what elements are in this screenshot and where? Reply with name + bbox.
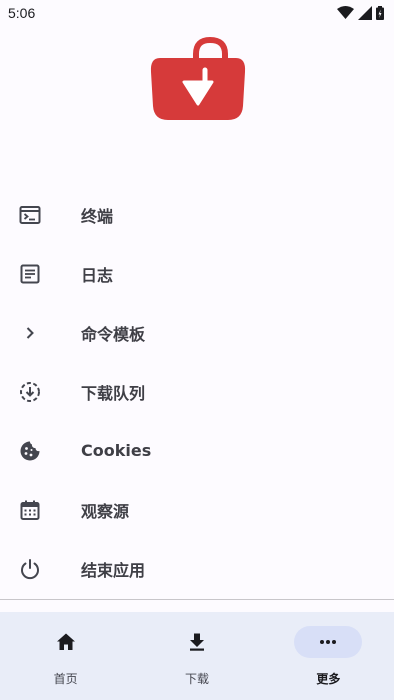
home-icon xyxy=(32,626,100,658)
menu-item-label: Cookies xyxy=(81,441,152,460)
download-icon xyxy=(163,626,231,658)
power-icon xyxy=(18,557,42,581)
menu-item-label: 命令模板 xyxy=(81,324,146,344)
status-bar: 5:06 xyxy=(0,0,394,26)
menu-item-exit-app[interactable]: 结束应用 xyxy=(0,539,394,598)
menu-item-label: 观察源 xyxy=(81,501,130,521)
menu-item-command-templates[interactable]: 命令模板 xyxy=(0,303,394,362)
more-horiz-icon xyxy=(294,626,363,658)
menu-item-logs[interactable]: 日志 xyxy=(0,244,394,303)
battery-icon xyxy=(376,6,384,20)
more-menu: 终端 日志 命令模板 下载队列 Cookies 观察源 结束应用 xyxy=(0,185,394,598)
cookie-icon xyxy=(18,439,42,463)
article-icon xyxy=(18,262,42,286)
bottom-navigation: 首页 下载 更多 xyxy=(0,612,394,700)
status-icons xyxy=(337,6,384,20)
calendar-icon xyxy=(18,498,42,522)
chevron-right-icon xyxy=(18,321,42,345)
nav-label: 下载 xyxy=(184,672,209,686)
menu-item-download-queue[interactable]: 下载队列 xyxy=(0,362,394,421)
nav-item-more[interactable]: 更多 xyxy=(263,612,394,700)
signal-icon xyxy=(358,6,372,20)
nav-label: 更多 xyxy=(316,672,341,686)
menu-item-label: 结束应用 xyxy=(81,560,146,580)
app-logo xyxy=(150,36,246,120)
status-time: 5:06 xyxy=(8,5,36,21)
download-queue-icon xyxy=(18,380,42,404)
nav-item-home[interactable]: 首页 xyxy=(0,612,131,700)
divider xyxy=(0,599,394,600)
nav-item-downloads[interactable]: 下载 xyxy=(131,612,262,700)
menu-item-observe-sources[interactable]: 观察源 xyxy=(0,480,394,539)
nav-label: 首页 xyxy=(53,672,78,686)
menu-item-label: 日志 xyxy=(81,265,114,285)
menu-item-label: 终端 xyxy=(81,206,114,226)
menu-item-terminal[interactable]: 终端 xyxy=(0,185,394,244)
menu-item-label: 下载队列 xyxy=(81,383,146,403)
wifi-icon xyxy=(337,6,354,19)
menu-item-cookies[interactable]: Cookies xyxy=(0,421,394,480)
terminal-icon xyxy=(18,203,42,227)
